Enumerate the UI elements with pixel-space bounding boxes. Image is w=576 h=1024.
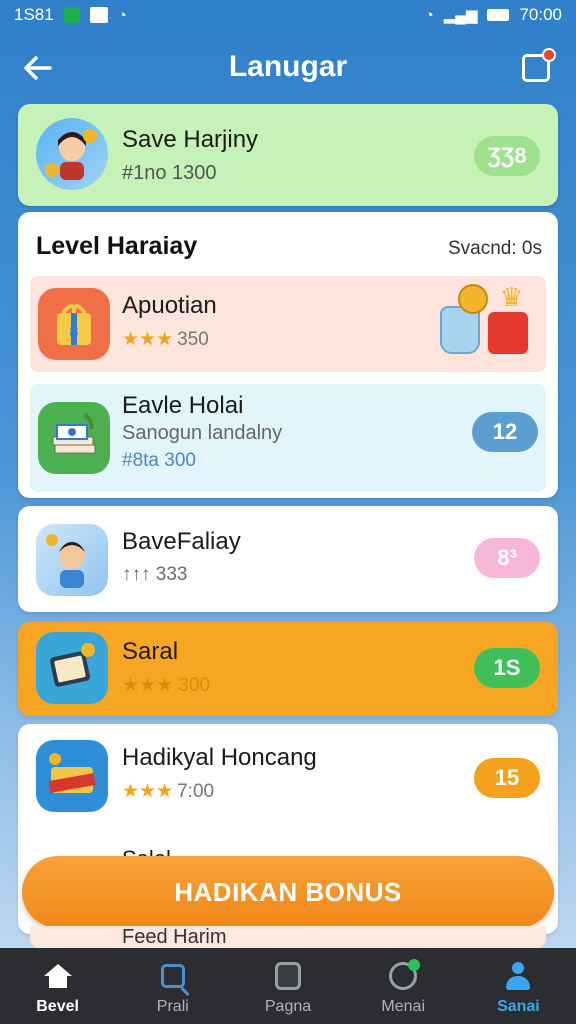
nav-item-menai[interactable]: Menai bbox=[346, 948, 461, 1024]
list-item-eavle[interactable]: Eavle Holai Sanogun landalny #8ta 300 12 bbox=[30, 384, 546, 492]
books-icon bbox=[52, 413, 96, 454]
boy-avatar-icon bbox=[46, 534, 85, 588]
nav-label: Bevel bbox=[36, 998, 79, 1015]
hadikyal-value: 7:00 bbox=[177, 781, 215, 802]
nav-item-prali[interactable]: Prali bbox=[115, 948, 230, 1024]
eavle-title: Eavle Holai bbox=[122, 392, 244, 419]
status-bar: 1S81 ◔ ◔ ▂▄▆ 70:00 bbox=[0, 0, 576, 30]
bavefaliay-meta: ↑↑↑ 333 bbox=[122, 564, 188, 585]
nav-item-bevel[interactable]: Bevel bbox=[0, 948, 115, 1024]
level-status: Svacnd: 0s bbox=[448, 238, 542, 259]
below-title: Feed Harim bbox=[122, 926, 227, 948]
bottom-nav: Bevel Prali Pagna Menai Sanai bbox=[0, 948, 576, 1024]
bavefaliay-title: BaveFaliay bbox=[122, 528, 241, 555]
save-badge[interactable]: ƷƷ8 bbox=[474, 136, 540, 176]
avatar bbox=[36, 632, 108, 704]
card-notification-icon bbox=[89, 7, 108, 23]
badge-dot bbox=[408, 959, 421, 971]
status-left-text: 1S81 bbox=[14, 5, 54, 24]
save-title: Save Harjiny bbox=[122, 126, 259, 153]
notification-dot bbox=[542, 48, 556, 62]
battery-icon bbox=[487, 9, 510, 21]
user-icon bbox=[504, 962, 532, 990]
hadikyal-meta: ★★★ 7:00 bbox=[122, 780, 214, 803]
gift-icon bbox=[488, 312, 528, 354]
aputo-value: 350 bbox=[177, 329, 209, 350]
nav-item-sanai[interactable]: Sanai bbox=[461, 948, 576, 1024]
coin-icon bbox=[458, 284, 488, 314]
level-panel: Level Haraiay Svacnd: 0s 8 Apuotian ★★★ 3… bbox=[18, 212, 558, 498]
bavefaliay-badge[interactable]: 8³ bbox=[474, 538, 540, 578]
bonus-button[interactable]: HADIKAN BONUS bbox=[22, 856, 554, 928]
list-item-aputo[interactable]: 8 Apuotian ★★★ 350 ♛ bbox=[30, 276, 546, 372]
status-time: 70:00 bbox=[519, 5, 562, 24]
avatar bbox=[38, 402, 110, 474]
star-rating: ★★★ bbox=[122, 329, 174, 350]
level-title: Level Haraiay bbox=[36, 232, 198, 260]
svg-text:8: 8 bbox=[70, 324, 79, 341]
saral-badge[interactable]: 1S bbox=[474, 648, 540, 688]
eavle-meta: #8ta 300 bbox=[122, 450, 196, 471]
avatar: 8 bbox=[38, 288, 110, 360]
tablet-icon bbox=[50, 643, 95, 687]
avatar bbox=[36, 740, 108, 812]
page-title: Lanugar bbox=[228, 50, 348, 83]
list-item-bavefaliay[interactable]: BaveFaliay ↑↑↑ 333 8³ bbox=[18, 506, 558, 612]
avatar bbox=[36, 524, 108, 596]
app-notification-icon bbox=[63, 7, 80, 23]
aputo-meta: ★★★ 350 bbox=[122, 328, 209, 351]
notification-button[interactable] bbox=[520, 48, 556, 84]
cell-signal-icon: ▂▄▆ bbox=[443, 7, 478, 24]
nav-item-pagna[interactable]: Pagna bbox=[230, 948, 345, 1024]
clock-icon bbox=[389, 959, 421, 990]
nav-label: Prali bbox=[156, 998, 189, 1015]
star-rating: ★★★ bbox=[122, 781, 174, 802]
crown-icon: ♛ bbox=[500, 282, 524, 312]
gift-box-icon: 8 bbox=[57, 304, 91, 345]
save-card[interactable]: Save Harjiny #1no 1300 ƷƷ8 bbox=[18, 104, 558, 206]
wifi-icon: ◔ bbox=[117, 6, 127, 24]
treasure-icon bbox=[48, 753, 96, 793]
saral-title: Saral bbox=[122, 638, 179, 665]
page-icon bbox=[275, 962, 301, 990]
girl-avatar-icon bbox=[45, 129, 97, 180]
wifi-signal-icon: ◔ bbox=[424, 6, 434, 24]
nav-label: Sanai bbox=[497, 998, 540, 1015]
eavle-badge[interactable]: 12 bbox=[472, 412, 538, 452]
eavle-subtitle: Sanogun landalny bbox=[122, 422, 283, 444]
gifts-decoration: ♛ bbox=[440, 284, 536, 360]
list-item-saral[interactable]: Saral ★★★ 300 1S bbox=[18, 622, 558, 716]
app-header: Lanugar bbox=[0, 40, 576, 96]
nav-label: Pagna bbox=[264, 998, 312, 1015]
hadikyal-badge[interactable]: 15 bbox=[474, 758, 540, 798]
home-icon bbox=[43, 964, 72, 988]
nav-label: Menai bbox=[381, 998, 425, 1015]
avatar bbox=[36, 118, 108, 190]
aputo-title: Apuotian bbox=[122, 292, 217, 319]
hadikyal-title: Hadikyal Honcang bbox=[122, 744, 317, 771]
list-item-below: Feed Harim bbox=[30, 926, 546, 948]
saral-meta: ★★★ 300 bbox=[122, 675, 211, 696]
search-icon bbox=[160, 964, 185, 988]
save-subtitle: #1no 1300 bbox=[122, 162, 217, 184]
